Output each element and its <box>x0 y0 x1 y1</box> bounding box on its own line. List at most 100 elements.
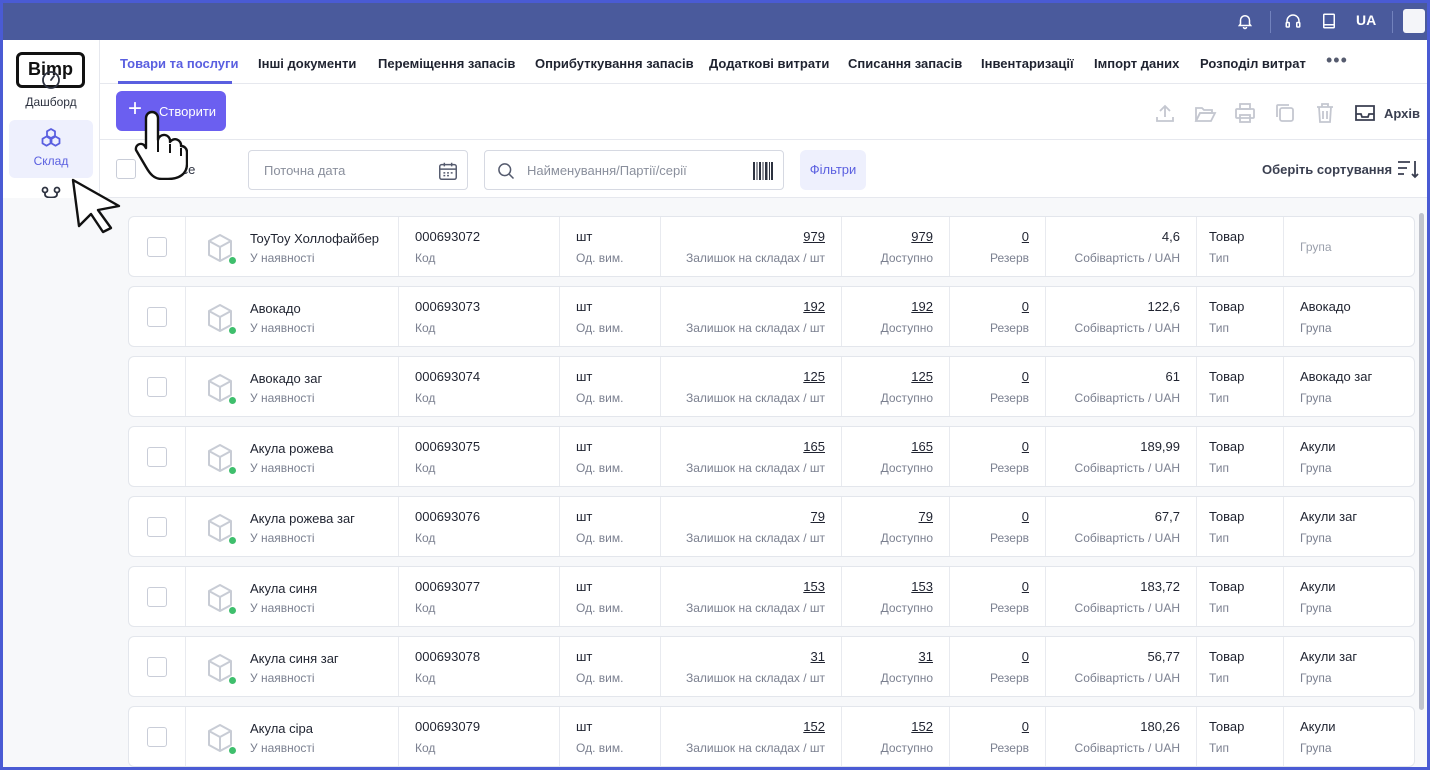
available-value[interactable]: 979 <box>911 229 933 244</box>
tab-5[interactable]: Списання запасів <box>848 56 962 71</box>
cost-value: 56,77 <box>1147 649 1180 664</box>
product-name[interactable]: Акула синя <box>250 581 382 596</box>
row-checkbox[interactable] <box>147 447 167 467</box>
scrollbar[interactable] <box>1419 213 1424 710</box>
reserve-value[interactable]: 0 <box>1022 299 1029 314</box>
table-row[interactable]: ToyToy Холлофайбер 1 У наявності 000693072… <box>128 216 1415 277</box>
cost-value: 183,72 <box>1140 579 1180 594</box>
reserve-value[interactable]: 0 <box>1022 579 1029 594</box>
tab-8[interactable]: Розподіл витрат <box>1200 56 1306 71</box>
select-all-checkbox[interactable] <box>116 159 136 179</box>
tab-6[interactable]: Інвентаризації <box>981 56 1074 71</box>
stock-value[interactable]: 192 <box>803 299 825 314</box>
reserve-value[interactable]: 0 <box>1022 509 1029 524</box>
table-row[interactable]: Акула рожева заг У наявності 000693076 Код ш… <box>128 496 1415 557</box>
table-row[interactable]: Акула синя заг У наявності 000693078 Код шт О… <box>128 636 1415 697</box>
bell-icon[interactable] <box>1236 12 1254 33</box>
code-label: Код <box>415 601 436 615</box>
language-switch[interactable]: UA <box>1356 12 1376 28</box>
row-checkbox[interactable] <box>147 657 167 677</box>
headset-icon[interactable] <box>1284 12 1302 33</box>
reserve-value[interactable]: 0 <box>1022 229 1029 244</box>
cost-value: 189,99 <box>1140 439 1180 454</box>
reserve-value[interactable]: 0 <box>1022 719 1029 734</box>
stock-value[interactable]: 31 <box>811 649 825 664</box>
available-value[interactable]: 125 <box>911 369 933 384</box>
unit-value: шт <box>576 299 593 314</box>
stock-value[interactable]: 153 <box>803 579 825 594</box>
available-value[interactable]: 153 <box>911 579 933 594</box>
row-checkbox[interactable] <box>147 237 167 257</box>
row-checkbox[interactable] <box>147 517 167 537</box>
available-value[interactable]: 192 <box>911 299 933 314</box>
table-row[interactable]: Акула синя У наявності 000693077 Код шт Од. в… <box>128 566 1415 627</box>
book-icon[interactable] <box>1320 12 1338 33</box>
product-status: У наявності <box>250 741 315 755</box>
more-tabs-button[interactable]: ••• <box>1326 50 1348 71</box>
row-checkbox[interactable] <box>147 727 167 747</box>
table-row[interactable]: Акула рожева У наявності 000693075 Код шт Од.… <box>128 426 1415 487</box>
type-value: Товар <box>1209 229 1245 244</box>
tab-4[interactable]: Додаткові витрати <box>709 56 829 71</box>
archive-icon[interactable] <box>1353 101 1377 125</box>
row-checkbox[interactable] <box>147 377 167 397</box>
calendar-icon[interactable] <box>437 160 459 182</box>
available-value[interactable]: 79 <box>919 509 933 524</box>
product-name[interactable]: Акула рожева <box>250 441 382 456</box>
app-window: UA Bimp ДашбордСкладКонтрагентиПродажіЗа… <box>3 3 1427 767</box>
in-stock-indicator <box>228 676 237 685</box>
row-checkbox[interactable] <box>147 587 167 607</box>
tab-3[interactable]: Оприбуткування запасів <box>535 56 694 71</box>
product-name[interactable]: Акула синя заг <box>250 651 382 666</box>
upload-icon[interactable] <box>1153 101 1177 125</box>
stock-value[interactable]: 979 <box>803 229 825 244</box>
sidebar-item-gauge[interactable]: Дашборд <box>9 61 93 119</box>
stock-value[interactable]: 165 <box>803 439 825 454</box>
barcode-icon[interactable] <box>753 162 773 180</box>
top-bar: UA <box>3 3 1427 40</box>
tab-7[interactable]: Імпорт даних <box>1094 56 1179 71</box>
stock-value[interactable]: 79 <box>811 509 825 524</box>
row-checkbox[interactable] <box>147 307 167 327</box>
group-label: Група <box>1300 240 1332 254</box>
group-label: Група <box>1300 321 1332 335</box>
product-name[interactable]: Авокадо <box>250 301 382 316</box>
product-name[interactable]: Акула рожева заг <box>250 511 382 526</box>
tab-bar: Товари та послуги Інші документи Переміщен… <box>100 40 1427 84</box>
sidebar-item-cubes[interactable]: Склад <box>9 120 93 178</box>
sort-dropdown[interactable]: Оберіть сортування <box>1262 162 1392 177</box>
stock-value[interactable]: 125 <box>803 369 825 384</box>
unit-label: Од. вим. <box>576 251 624 265</box>
stock-value[interactable]: 152 <box>803 719 825 734</box>
product-name[interactable]: Авокадо заг <box>250 371 382 386</box>
table-row[interactable]: Авокадо У наявності 000693073 Код шт Од. вим.… <box>128 286 1415 347</box>
folder-open-icon[interactable] <box>1193 101 1217 125</box>
table-row[interactable]: Акула сіра У наявності 000693079 Код шт Од. в… <box>128 706 1415 767</box>
print-icon[interactable] <box>1233 101 1257 125</box>
date-input[interactable]: Поточна дата <box>248 150 468 190</box>
filters-button[interactable]: Фільтри <box>800 150 866 190</box>
reserve-label: Резерв <box>990 251 1029 265</box>
available-value[interactable]: 165 <box>911 439 933 454</box>
type-value: Товар <box>1209 649 1245 664</box>
type-value: Товар <box>1209 439 1245 454</box>
search-input[interactable]: Найменування/Партії/серії <box>484 150 784 190</box>
trash-icon[interactable] <box>1313 101 1337 125</box>
tab-0[interactable]: Товари та послуги <box>120 56 238 71</box>
tab-1[interactable]: Інші документи <box>258 56 356 71</box>
sort-icon[interactable] <box>1397 159 1419 179</box>
copy-icon[interactable] <box>1273 101 1297 125</box>
create-button[interactable]: + Створити <box>116 91 226 131</box>
cost-label: Собівартість / UAH <box>1074 461 1180 475</box>
table-row[interactable]: Авокадо заг У наявності 000693074 Код шт Од. … <box>128 356 1415 417</box>
reserve-value[interactable]: 0 <box>1022 649 1029 664</box>
avatar[interactable] <box>1403 9 1425 33</box>
reserve-value[interactable]: 0 <box>1022 369 1029 384</box>
product-name[interactable]: Акула сіра <box>250 721 382 736</box>
product-name[interactable]: ToyToy Холлофайбер 1 <box>250 231 382 246</box>
tab-2[interactable]: Переміщення запасів <box>378 56 515 71</box>
available-value[interactable]: 31 <box>919 649 933 664</box>
available-value[interactable]: 152 <box>911 719 933 734</box>
archive-button[interactable]: Архів <box>1384 106 1420 121</box>
reserve-value[interactable]: 0 <box>1022 439 1029 454</box>
